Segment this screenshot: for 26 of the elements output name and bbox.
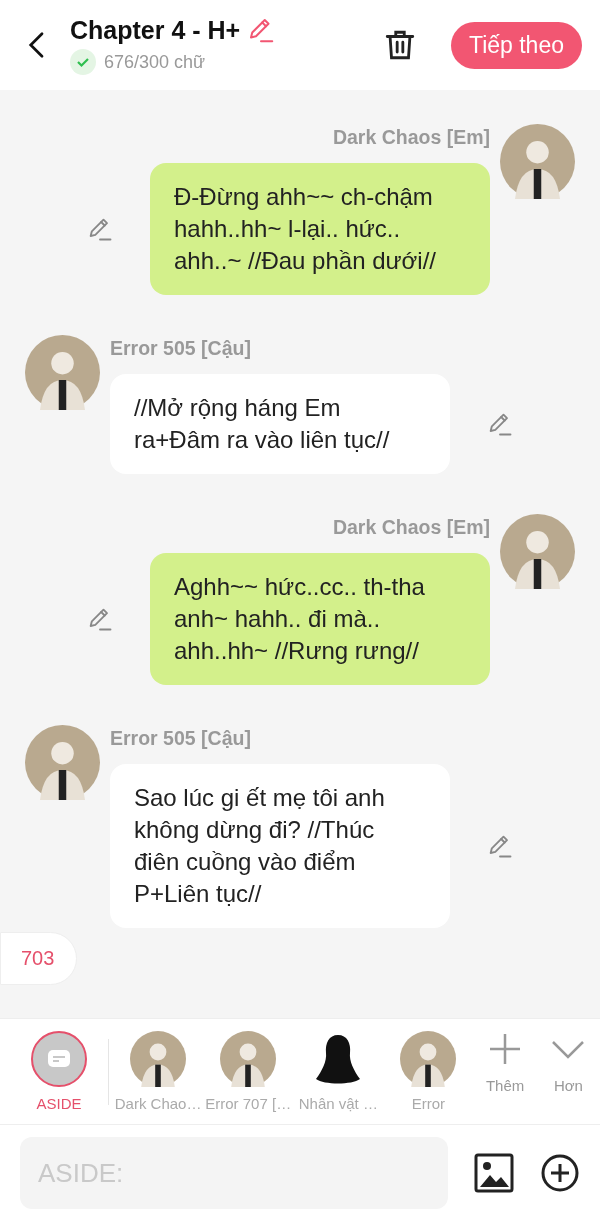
check-icon	[70, 49, 96, 75]
character-name: Dark Chaos [Em]	[332, 516, 490, 539]
image-icon[interactable]	[474, 1153, 514, 1193]
counter-badge: 703	[0, 932, 78, 985]
more-button[interactable]: Hơn	[536, 1031, 600, 1094]
character-name: Dark Chaos [Em]	[332, 126, 490, 149]
word-count: 676/300 chữ	[104, 51, 206, 73]
chapter-title: Chapter 4 - H+	[70, 15, 241, 45]
character-chip[interactable]: ASIDE	[14, 1031, 105, 1112]
message-bubble[interactable]: Aghh~~ hức..cc.. th-tha anh~ hahh.. đi mà.. ahh..hh~ //Rưng rưng//	[150, 553, 490, 685]
add-button[interactable]: Thêm	[473, 1031, 537, 1094]
avatar	[130, 1031, 187, 1087]
character-chip[interactable]: Nhân vật …	[293, 1031, 384, 1112]
message-bubble[interactable]: //Mở rộng háng Em ra+Đâm ra vào liên tục//	[110, 374, 450, 474]
message-icon	[31, 1031, 88, 1087]
character-chip[interactable]: Error 707 […	[203, 1031, 294, 1112]
add-circle-icon[interactable]	[540, 1153, 580, 1193]
avatar	[220, 1031, 277, 1087]
character-chip[interactable]: Error	[383, 1031, 474, 1112]
character-name: Error 505 [Cậu]	[110, 727, 252, 750]
message-bubble[interactable]: Sao lúc gi ết mẹ tôi anh không dừng đi? //Thúc điên cuồng vào điểm P+Liên tục//	[110, 764, 450, 928]
character-chip[interactable]: Dark Chao…	[113, 1031, 204, 1112]
character-name: Error 505 [Cậu]	[110, 337, 252, 360]
message-bubble[interactable]: Đ-Đừng ahh~~ ch-chậm hahh..hh~ l-lại.. hức.. ahh..~ //Đau phần dưới//	[150, 163, 490, 295]
next-button[interactable]: Tiếp theo	[450, 21, 582, 69]
avatar	[400, 1031, 457, 1087]
